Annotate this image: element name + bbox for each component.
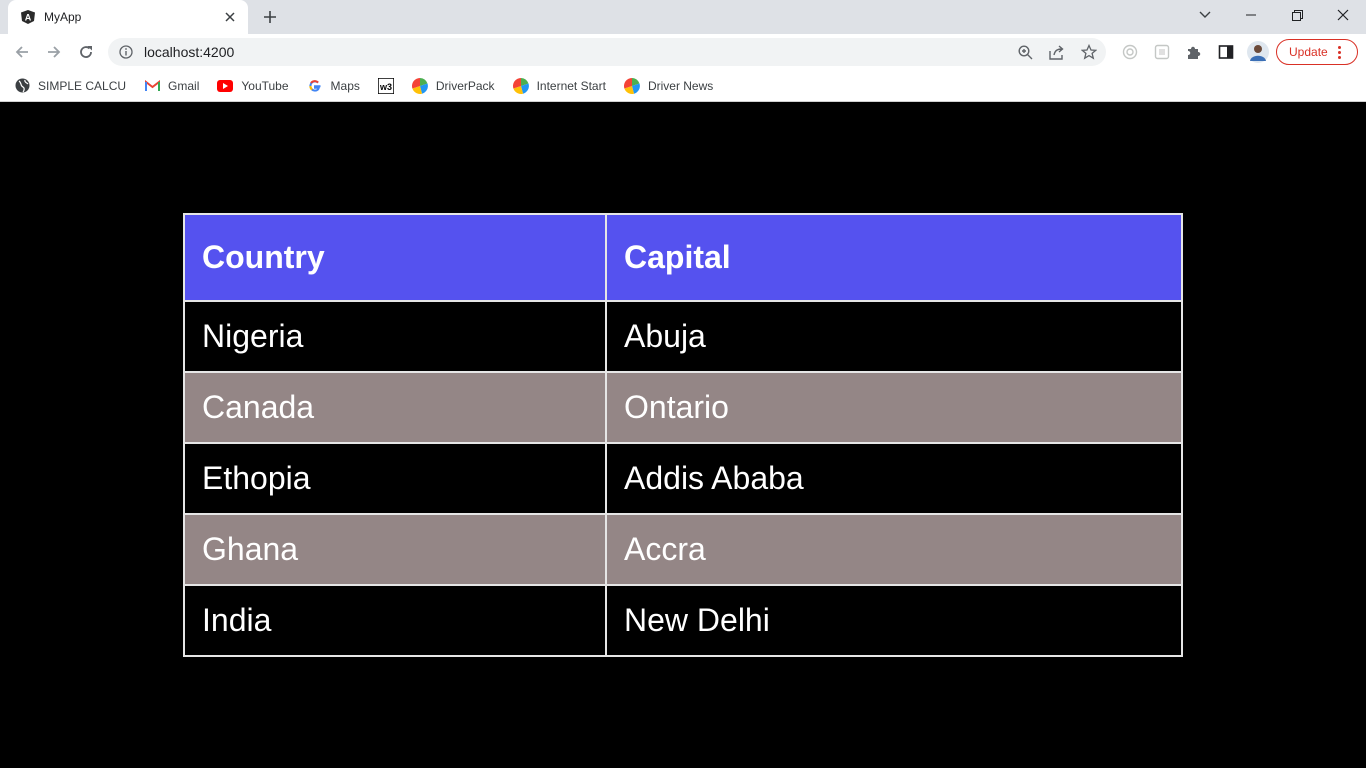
table-row: Ghana Accra	[183, 513, 1183, 586]
table-row: Ethopia Addis Ababa	[183, 442, 1183, 515]
extension-icon[interactable]	[1153, 43, 1171, 61]
update-label: Update	[1289, 45, 1328, 59]
bookmark-maps[interactable]: Maps	[307, 74, 360, 98]
update-button[interactable]: Update	[1276, 39, 1358, 65]
reload-icon[interactable]	[74, 40, 98, 64]
share-icon[interactable]	[1049, 44, 1065, 60]
puzzle-icon[interactable]	[1185, 43, 1203, 61]
extension-icon[interactable]	[1121, 43, 1139, 61]
table-row: India New Delhi	[183, 584, 1183, 657]
bookmark-label: Maps	[330, 78, 360, 93]
bookmark-simple-calcu[interactable]: SIMPLE CALCU	[14, 74, 126, 98]
browser-tab[interactable]: A MyApp	[8, 0, 248, 34]
close-window-icon[interactable]	[1320, 0, 1366, 30]
tab-search-icon[interactable]	[1182, 0, 1228, 30]
bookmark-youtube[interactable]: YouTube	[217, 74, 289, 98]
bookmarks-bar: SIMPLE CALCU Gmail YouTube Maps w3 Drive…	[0, 70, 1366, 102]
url-text: localhost:4200	[144, 44, 235, 60]
close-tab-icon[interactable]	[222, 9, 238, 25]
bookmark-internet-start[interactable]: Internet Start	[512, 74, 606, 98]
table-row: Nigeria Abuja	[183, 300, 1183, 373]
country-cell: Ghana	[183, 513, 607, 586]
w3-icon: w3	[377, 77, 394, 94]
menu-dots-icon	[1337, 45, 1342, 59]
forward-icon[interactable]	[42, 40, 66, 64]
country-cell: Canada	[183, 371, 607, 444]
gmail-icon	[144, 78, 160, 94]
zoom-icon[interactable]	[1017, 44, 1033, 60]
google-icon	[307, 78, 323, 94]
driverpack-icon	[411, 77, 428, 94]
youtube-icon	[217, 78, 234, 94]
bookmark-label: DriverPack	[435, 78, 495, 93]
info-icon[interactable]	[118, 44, 134, 60]
table-row: Canada Ontario	[183, 371, 1183, 444]
header-capital: Capital	[605, 213, 1183, 302]
country-cell: Nigeria	[183, 300, 607, 373]
bookmark-label: YouTube	[241, 78, 289, 93]
browser-toolbar: localhost:4200 Update	[0, 34, 1366, 70]
driverpack-icon	[623, 77, 640, 94]
svg-text:w3: w3	[379, 82, 392, 92]
capital-cell: Ontario	[605, 371, 1183, 444]
globe-icon	[14, 78, 30, 94]
capital-cell: Addis Ababa	[605, 442, 1183, 515]
page-content: Country Capital Nigeria Abuja Canada Ont…	[0, 103, 1366, 768]
bookmark-driverpack[interactable]: DriverPack	[411, 74, 495, 98]
minimize-icon[interactable]	[1228, 0, 1274, 30]
table-header-row: Country Capital	[183, 213, 1183, 302]
countries-table: Country Capital Nigeria Abuja Canada Ont…	[183, 213, 1183, 657]
driverpack-icon	[512, 77, 529, 94]
bookmark-label: SIMPLE CALCU	[38, 78, 127, 93]
avatar[interactable]	[1247, 41, 1269, 63]
address-bar[interactable]: localhost:4200	[108, 38, 1106, 66]
bookmark-label: Gmail	[168, 78, 200, 93]
capital-cell: Accra	[605, 513, 1183, 586]
capital-cell: Abuja	[605, 300, 1183, 373]
back-icon[interactable]	[10, 40, 34, 64]
new-tab-icon[interactable]	[258, 5, 282, 29]
tab-strip: A MyApp	[0, 0, 1366, 34]
side-panel-icon[interactable]	[1217, 43, 1235, 61]
svg-text:A: A	[25, 13, 32, 23]
tab-title: MyApp	[44, 10, 82, 24]
country-cell: Ethopia	[183, 442, 607, 515]
restore-icon[interactable]	[1274, 0, 1320, 30]
bookmark-gmail[interactable]: Gmail	[144, 74, 199, 98]
bookmark-driver-news[interactable]: Driver News	[623, 74, 714, 98]
bookmark-label: Internet Start	[536, 78, 606, 93]
country-cell: India	[183, 584, 607, 657]
bookmark-w3schools[interactable]: w3	[377, 74, 394, 98]
bookmark-star-icon[interactable]	[1081, 44, 1097, 60]
bookmark-label: Driver News	[647, 78, 714, 93]
angular-icon: A	[20, 9, 36, 25]
header-country: Country	[183, 213, 607, 302]
capital-cell: New Delhi	[605, 584, 1183, 657]
